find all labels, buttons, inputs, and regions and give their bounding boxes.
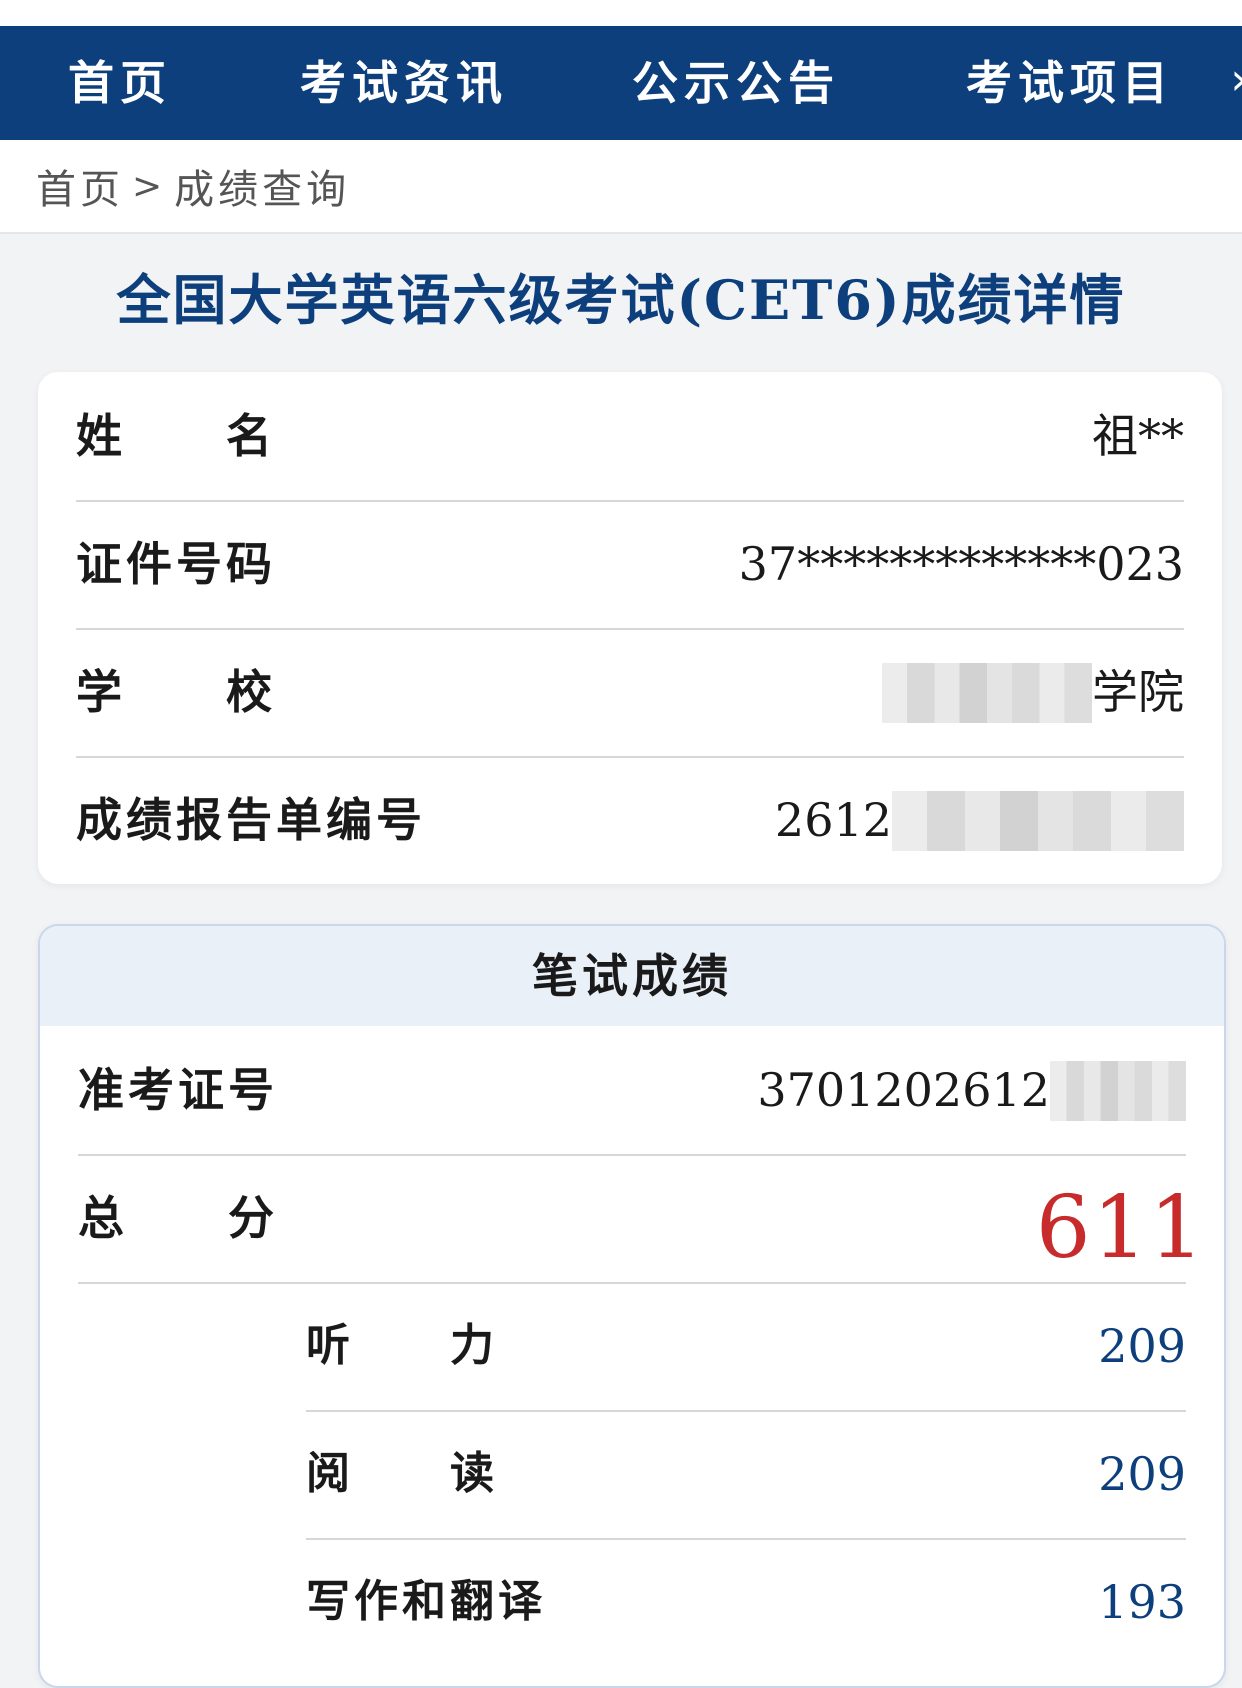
ticket-number-redaction-blur <box>1050 1061 1186 1121</box>
report-number-prefix: 2612 <box>774 793 892 847</box>
breadcrumb: 首页 > 成绩查询 <box>0 140 1242 234</box>
nav-item-exam-programs[interactable]: 考试项目 <box>966 26 1174 140</box>
nav-item-announcements[interactable]: 公示公告 <box>632 26 840 140</box>
written-score-card: 笔试成绩 准考证号 3701202612 总 分 611 听 力 209 阅 读… <box>38 924 1226 1688</box>
ticket-number-value: 3701202612 <box>757 1026 1186 1154</box>
score-row-listening: 听 力 209 <box>306 1282 1186 1412</box>
report-number-value: 2612 <box>775 756 1184 884</box>
written-score-heading: 笔试成绩 <box>40 926 1224 1026</box>
listening-label: 听 力 <box>306 1320 498 1371</box>
breadcrumb-current: 成绩查询 <box>174 167 351 213</box>
breadcrumb-home-link[interactable]: 首页 <box>36 157 124 215</box>
nav-more-chevron-icon[interactable]: › <box>1230 26 1242 140</box>
id-number-value: 37*************023 <box>738 537 1184 591</box>
score-row-reading: 阅 读 209 <box>306 1410 1186 1540</box>
school-label: 学 校 <box>76 665 276 719</box>
name-label: 姓 名 <box>76 409 276 463</box>
score-row-total: 总 分 611 <box>78 1154 1204 1284</box>
breadcrumb-separator: > <box>132 165 167 207</box>
school-value: 学院 <box>882 628 1184 756</box>
score-row-ticket: 准考证号 3701202612 <box>78 1026 1186 1156</box>
total-score-value: 611 <box>1035 1178 1206 1278</box>
score-row-writing-translation: 写作和翻译 193 <box>306 1538 1186 1666</box>
listening-score: 209 <box>1098 1319 1186 1373</box>
school-value-suffix: 学院 <box>1092 665 1184 719</box>
reading-score: 209 <box>1098 1447 1186 1501</box>
writing-translation-score: 193 <box>1098 1575 1186 1629</box>
candidate-info-card: 姓 名 祖** 证件号码 37*************023 学 校 学院 成… <box>38 372 1222 884</box>
report-number-redaction-blur <box>892 791 1184 851</box>
info-row-id: 证件号码 37*************023 <box>76 500 1184 630</box>
school-redaction-blur <box>882 663 1092 723</box>
top-gap <box>0 0 1242 26</box>
top-navigation: 首页 考试资讯 公示公告 考试项目 › <box>0 26 1242 140</box>
nav-item-exam-news[interactable]: 考试资讯 <box>300 26 508 140</box>
page-title: 全国大学英语六级考试(CET6)成绩详情 <box>116 268 1126 332</box>
report-number-label: 成绩报告单编号 <box>76 793 426 847</box>
nav-item-home[interactable]: 首页 <box>68 26 172 140</box>
total-score-label: 总 分 <box>78 1191 278 1245</box>
ticket-number-prefix: 3701202612 <box>757 1063 1050 1117</box>
info-row-name: 姓 名 祖** <box>76 372 1184 502</box>
id-number-label: 证件号码 <box>76 537 276 591</box>
name-value: 祖** <box>1092 409 1184 463</box>
ticket-number-label: 准考证号 <box>78 1063 278 1117</box>
info-row-report-number: 成绩报告单编号 2612 <box>76 756 1184 884</box>
writing-translation-label: 写作和翻译 <box>306 1576 546 1627</box>
reading-label: 阅 读 <box>306 1448 498 1499</box>
info-row-school: 学 校 学院 <box>76 628 1184 758</box>
